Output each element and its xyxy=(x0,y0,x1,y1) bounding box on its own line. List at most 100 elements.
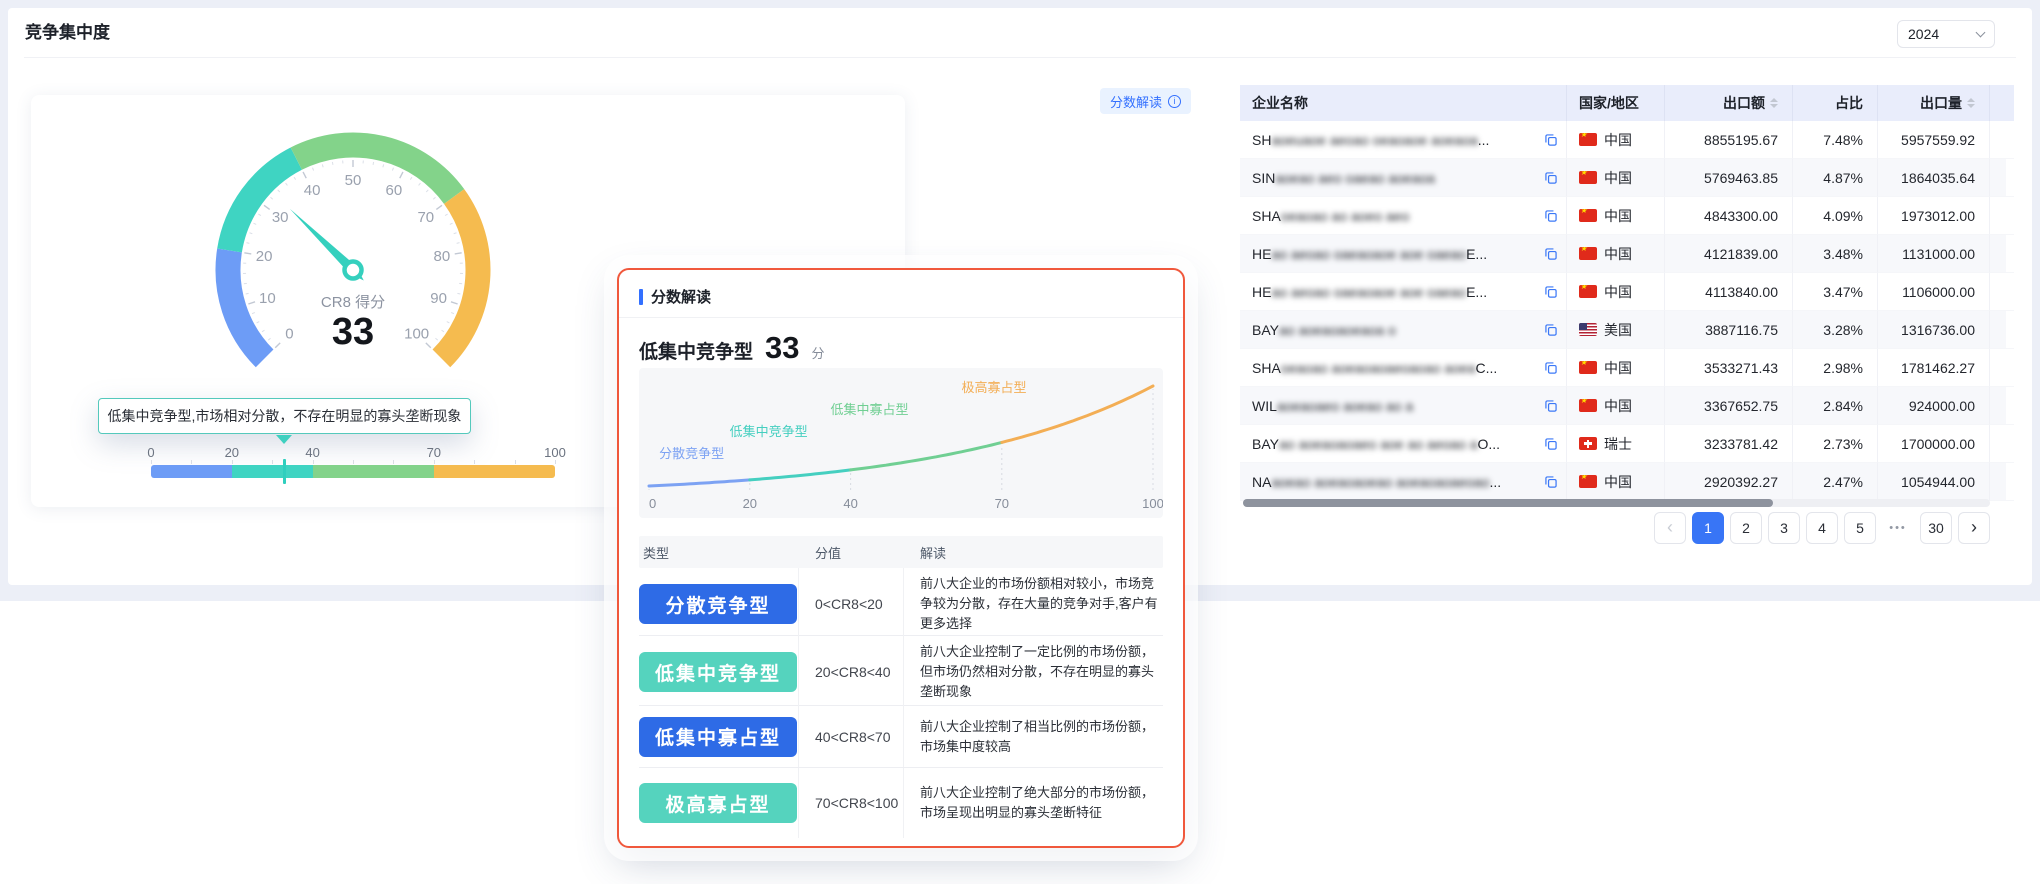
export-value-cell: 3367652.75 xyxy=(1665,387,1793,425)
copy-icon[interactable] xyxy=(1540,209,1558,223)
column-header-label: 企业名称 xyxy=(1252,93,1308,113)
copy-icon[interactable] xyxy=(1540,285,1558,299)
copy-icon[interactable] xyxy=(1540,171,1558,185)
country-name: 中国 xyxy=(1604,244,1632,264)
tooltip-pointer-icon xyxy=(276,435,292,444)
export-value-cell: 2920392.27 xyxy=(1665,463,1793,501)
company-name-cell[interactable]: BAYao aoeaoaoeaoa o xyxy=(1240,311,1567,349)
company-name-cell[interactable]: NAaoeao aoeaoaoeao aoeaoaoaeoao... xyxy=(1240,463,1567,501)
modal-header: 分数解读 xyxy=(639,286,711,307)
type-badge[interactable]: 低集中竞争型 xyxy=(639,652,797,692)
country-cell: 瑞士 xyxy=(1567,425,1665,463)
country-cell: 中国 xyxy=(1567,121,1665,159)
country-name: 中国 xyxy=(1604,206,1632,226)
export-value-cell: 5769463.85 xyxy=(1665,159,1793,197)
company-name-cell[interactable]: SHAoeaoao ao aoeo aeo xyxy=(1240,197,1567,235)
company-name-prefix: BAY xyxy=(1252,322,1279,338)
column-header-label: 国家/地区 xyxy=(1579,93,1639,113)
column-header-sortable[interactable]: 出口量 xyxy=(1878,85,1990,121)
copy-icon[interactable] xyxy=(1540,399,1558,413)
range-bar-segment xyxy=(434,465,555,478)
title-divider xyxy=(24,57,2016,58)
svg-text:低集中寡占型: 低集中寡占型 xyxy=(830,402,908,417)
table-row: WILaoeaoaeo aoeao ao a中国3367652.752.84%9… xyxy=(1240,387,2006,425)
copy-icon[interactable] xyxy=(1540,475,1558,489)
page-button-1[interactable]: 1 xyxy=(1692,512,1724,544)
row-spacer xyxy=(1990,311,2014,349)
export-volume-cell: 1131000.00 xyxy=(1878,235,1990,273)
copy-icon[interactable] xyxy=(1540,247,1558,261)
score-interpret-button[interactable]: 分数解读 i xyxy=(1100,88,1191,114)
company-name-cell[interactable]: SHaoeuaoe aeoao oeaoaoe aoeaoa... xyxy=(1240,121,1567,159)
range-bar-tick xyxy=(232,460,233,464)
export-volume-cell: 1864035.64 xyxy=(1878,159,1990,197)
type-table-range-cell: 0<CR8<20 xyxy=(799,568,904,640)
range-bar-tick xyxy=(191,460,192,464)
company-name-cell[interactable]: BAYao aoeaoaoaeo aoe ao aeoao aO... xyxy=(1240,425,1567,463)
country-name: 中国 xyxy=(1604,396,1632,416)
type-table-header-cell: 解读 xyxy=(904,536,1163,568)
svg-text:20: 20 xyxy=(256,248,273,265)
sort-icon[interactable] xyxy=(1770,98,1778,108)
column-header-sortable[interactable]: 出口额 xyxy=(1665,85,1793,121)
export-volume-cell: 1106000.00 xyxy=(1878,273,1990,311)
range-bar-segment xyxy=(313,465,434,478)
svg-text:100: 100 xyxy=(404,326,429,343)
country-cell: 美国 xyxy=(1567,311,1665,349)
copy-icon[interactable] xyxy=(1540,133,1558,147)
page-button-2[interactable]: 2 xyxy=(1730,512,1762,544)
company-name-cell[interactable]: HEao aeoao oaeaoaoe aoe oaeaoE... xyxy=(1240,273,1567,311)
company-name-cell[interactable]: HEao aeoao oaeaoaoe aoe oaeaoE... xyxy=(1240,235,1567,273)
company-table: 企业名称 国家/地区 出口额 占比出口量 SHaoeuaoe aeoao oeaoao… xyxy=(1240,85,2006,501)
company-name-cell[interactable]: SHAoeaoao aoeaoaoaeoaoao aoeaC... xyxy=(1240,349,1567,387)
row-spacer xyxy=(1990,197,2014,235)
svg-text:40: 40 xyxy=(843,496,857,511)
svg-text:20: 20 xyxy=(743,496,757,511)
page-button-4[interactable]: 4 xyxy=(1806,512,1838,544)
gauge-tooltip: 低集中竞争型,市场相对分散，不存在明显的寡头垄断现象 xyxy=(98,398,471,434)
company-name-blurred: aoeao aoeaoaoeao aoeaoaoaeoao xyxy=(1271,474,1489,490)
gauge-value: 33 xyxy=(332,311,374,354)
company-name-cell[interactable]: WILaoeaoaeo aoeao ao a xyxy=(1240,387,1567,425)
copy-icon[interactable] xyxy=(1540,361,1558,375)
sort-icon[interactable] xyxy=(1967,98,1975,108)
type-table-range-cell: 20<CR8<40 xyxy=(799,636,904,708)
score-value: 33 xyxy=(765,330,799,366)
row-spacer xyxy=(1990,387,2014,425)
svg-text:90: 90 xyxy=(430,290,447,307)
svg-text:100: 100 xyxy=(1142,496,1163,511)
horizontal-scrollbar[interactable] xyxy=(1243,499,1990,507)
flag-icon-cn xyxy=(1579,361,1597,374)
type-badge[interactable]: 低集中寡占型 xyxy=(639,717,797,757)
type-badge[interactable]: 分散竞争型 xyxy=(639,584,797,624)
year-select[interactable]: 2024 xyxy=(1897,20,1995,48)
row-spacer xyxy=(1990,425,2014,463)
page-button-5[interactable]: 5 xyxy=(1844,512,1876,544)
row-spacer xyxy=(1990,273,2014,311)
header-accent-bar xyxy=(639,289,643,305)
copy-icon[interactable] xyxy=(1540,323,1558,337)
export-value-cell: 8855195.67 xyxy=(1665,121,1793,159)
page-button-3[interactable]: 3 xyxy=(1768,512,1800,544)
company-name-cell[interactable]: SINaoeao aeo oaeao aoeaoa xyxy=(1240,159,1567,197)
table-row: SHaoeuaoe aeoao oeaoaoe aoeaoa...中国88551… xyxy=(1240,121,2006,159)
prev-page-button[interactable]: ‹ xyxy=(1654,512,1686,544)
company-name-suffix: ... xyxy=(1478,132,1490,148)
next-page-button[interactable]: › xyxy=(1958,512,1990,544)
flag-icon-cn xyxy=(1579,399,1597,412)
company-name-blurred: ao aeoao oaeaoaoe aoe oaeao xyxy=(1271,246,1466,262)
page-ellipsis[interactable]: ••• xyxy=(1882,512,1914,544)
pagination: ‹12345•••30› xyxy=(1240,512,1990,544)
range-bar-value-marker xyxy=(283,459,286,484)
company-name-suffix: C... xyxy=(1475,360,1497,376)
table-row: NAaoeao aoeaoaoeao aoeaoaoaeoao...中国2920… xyxy=(1240,463,2006,501)
copy-icon[interactable] xyxy=(1540,437,1558,451)
type-badge[interactable]: 极高寡占型 xyxy=(639,783,797,823)
country-cell: 中国 xyxy=(1567,273,1665,311)
column-header-label: 占比 xyxy=(1835,93,1863,113)
cr8-range-value: 0<CR8<20 xyxy=(815,596,883,612)
country-name: 中国 xyxy=(1604,358,1632,378)
country-cell: 中国 xyxy=(1567,387,1665,425)
scrollbar-thumb[interactable] xyxy=(1243,499,1773,507)
page-button-30[interactable]: 30 xyxy=(1920,512,1952,544)
